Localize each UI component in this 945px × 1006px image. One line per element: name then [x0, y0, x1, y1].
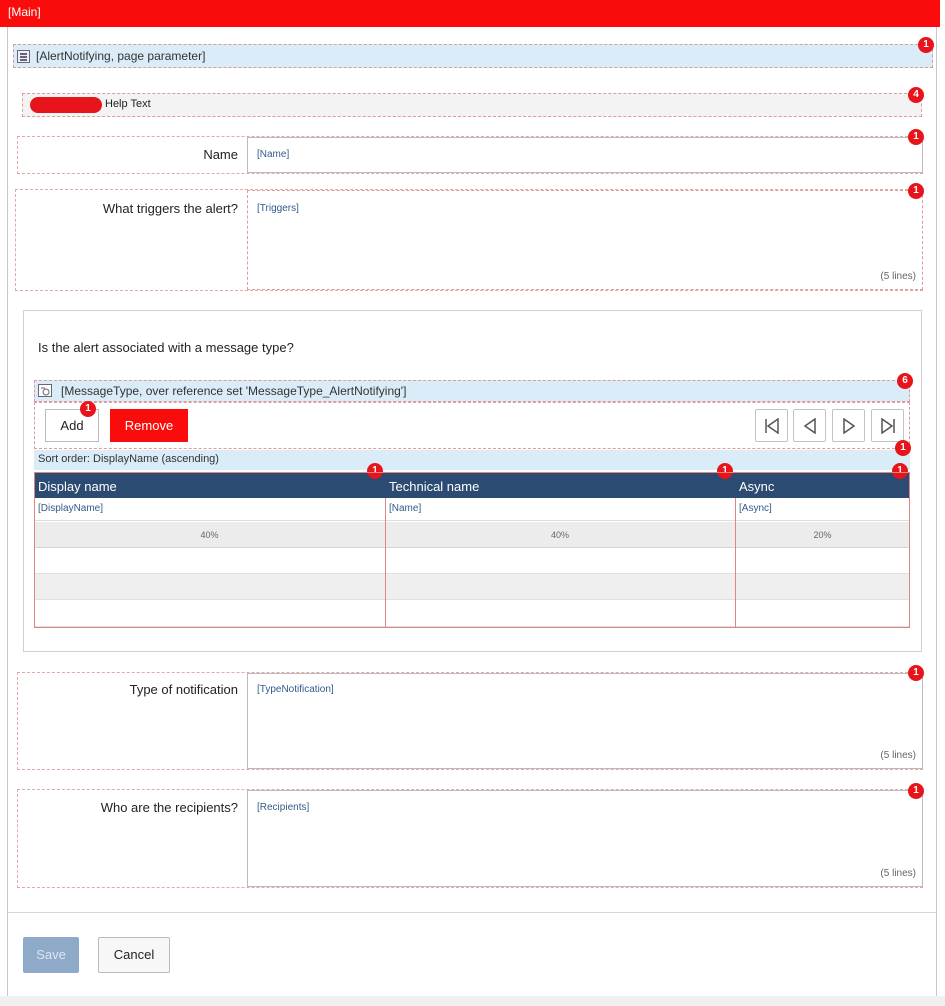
sort-order-bar: Sort order: DisplayName (ascending) [34, 450, 910, 470]
next-page-button[interactable] [832, 409, 865, 442]
column-divider [735, 498, 736, 628]
triggers-textarea[interactable]: [Triggers] (5 lines) [247, 190, 923, 290]
first-page-icon [765, 418, 779, 434]
redaction-mark [30, 97, 102, 113]
footer-divider [8, 912, 937, 913]
sort-badge: 1 [895, 440, 911, 456]
grid-header: [MessageType, over reference set 'Messag… [34, 380, 910, 402]
dataview-icon [17, 50, 30, 63]
name-badge: 1 [908, 129, 924, 145]
previous-page-icon [803, 418, 816, 434]
type-notification-badge: 1 [908, 665, 924, 681]
dataview-badge: 1 [918, 37, 934, 53]
first-page-button[interactable] [755, 409, 788, 442]
add-badge: 1 [80, 401, 96, 417]
previous-page-button[interactable] [793, 409, 826, 442]
last-page-button[interactable] [871, 409, 904, 442]
triggers-lines-note: (5 lines) [880, 271, 916, 282]
type-notification-textarea[interactable]: [TypeNotification] (5 lines) [247, 673, 923, 769]
message-type-question: Is the alert associated with a message t… [38, 340, 294, 355]
grid-frame [34, 472, 910, 628]
bottom-strip [0, 996, 945, 1006]
grid-badge: 6 [897, 373, 913, 389]
remove-button[interactable]: Remove [110, 409, 188, 442]
grid-icon [38, 384, 52, 397]
name-input[interactable]: [Name] [247, 137, 923, 173]
help-text: Help Text [105, 98, 151, 110]
recipients-label: Who are the recipients? [100, 800, 238, 815]
column-divider [385, 498, 386, 628]
help-badge: 4 [908, 87, 924, 103]
next-page-icon [843, 418, 856, 434]
type-notification-value: [TypeNotification] [257, 684, 334, 695]
save-button[interactable]: Save [23, 937, 79, 973]
name-label: Name [203, 147, 238, 162]
recipients-badge: 1 [908, 783, 924, 799]
cancel-button[interactable]: Cancel [98, 937, 170, 973]
main-layout-bar: [Main] [0, 0, 940, 27]
dataview-header: [AlertNotifying, page parameter] [13, 44, 933, 68]
last-page-icon [881, 418, 895, 434]
triggers-badge: 1 [908, 183, 924, 199]
recipients-value: [Recipients] [257, 802, 310, 813]
recipients-textarea[interactable]: [Recipients] (5 lines) [247, 790, 923, 887]
recipients-lines-note: (5 lines) [880, 868, 916, 879]
type-notification-label: Type of notification [129, 682, 238, 697]
help-text-box [22, 93, 922, 117]
triggers-value: [Triggers] [257, 203, 299, 214]
triggers-label: What triggers the alert? [102, 201, 238, 216]
type-notification-lines-note: (5 lines) [880, 750, 916, 761]
